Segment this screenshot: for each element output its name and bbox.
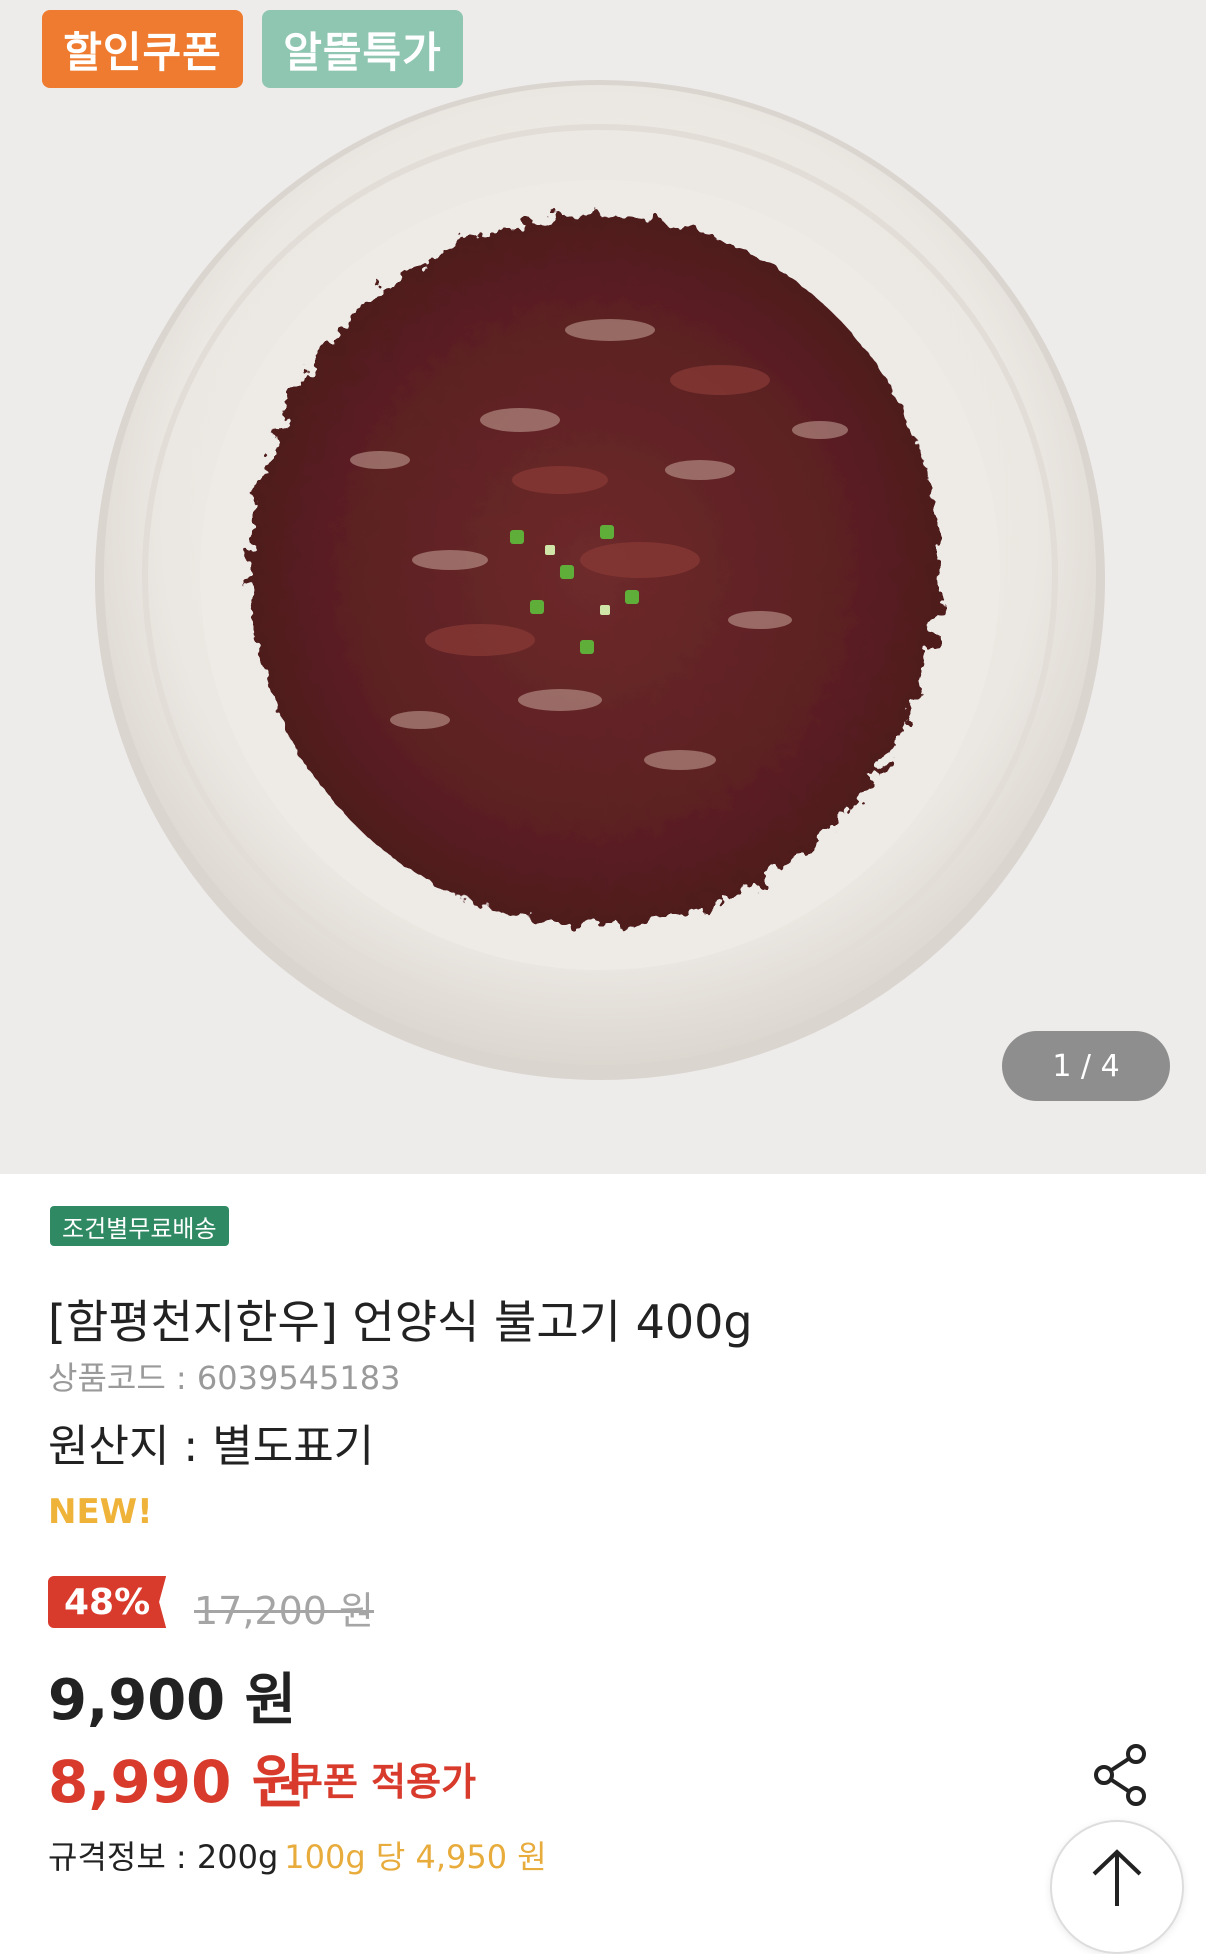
spec-label: 규격정보 : 200g: [48, 1838, 279, 1876]
arrow-up-icon: [1092, 1849, 1142, 1906]
free-shipping-tag: 조건별무료배송: [50, 1206, 229, 1246]
product-title: [함평천지한우] 언양식 불고기 400g: [48, 1295, 753, 1349]
origin-info: 원산지 : 별도표기: [48, 1421, 375, 1472]
product-code: 상품코드 : 6039545183: [48, 1359, 401, 1397]
deal-badge: 알뜰특가: [262, 10, 463, 88]
coupon-price: 8,990 원: [48, 1748, 306, 1816]
share-icon: [1094, 1744, 1146, 1806]
product-image-gallery[interactable]: 할인쿠폰 알뜰특가 1 / 4: [0, 0, 1206, 1174]
image-pager: 1 / 4: [1002, 1031, 1170, 1101]
new-label: NEW!: [48, 1492, 153, 1532]
unit-price: 100g 당 4,950 원: [284, 1838, 547, 1876]
scroll-top-button[interactable]: [1050, 1820, 1184, 1954]
product-image: [95, 80, 1105, 1080]
coupon-price-label: 쿠폰 적용가: [288, 1760, 477, 1804]
discount-badge: 48%: [48, 1576, 167, 1628]
spec-info: 규격정보 : 200g 100g 당 4,950 원: [48, 1832, 547, 1878]
sale-price: 9,900 원: [48, 1668, 297, 1733]
original-price: 17,200 원: [194, 1589, 375, 1633]
coupon-badge: 할인쿠폰: [42, 10, 243, 88]
share-button[interactable]: [1080, 1735, 1160, 1815]
